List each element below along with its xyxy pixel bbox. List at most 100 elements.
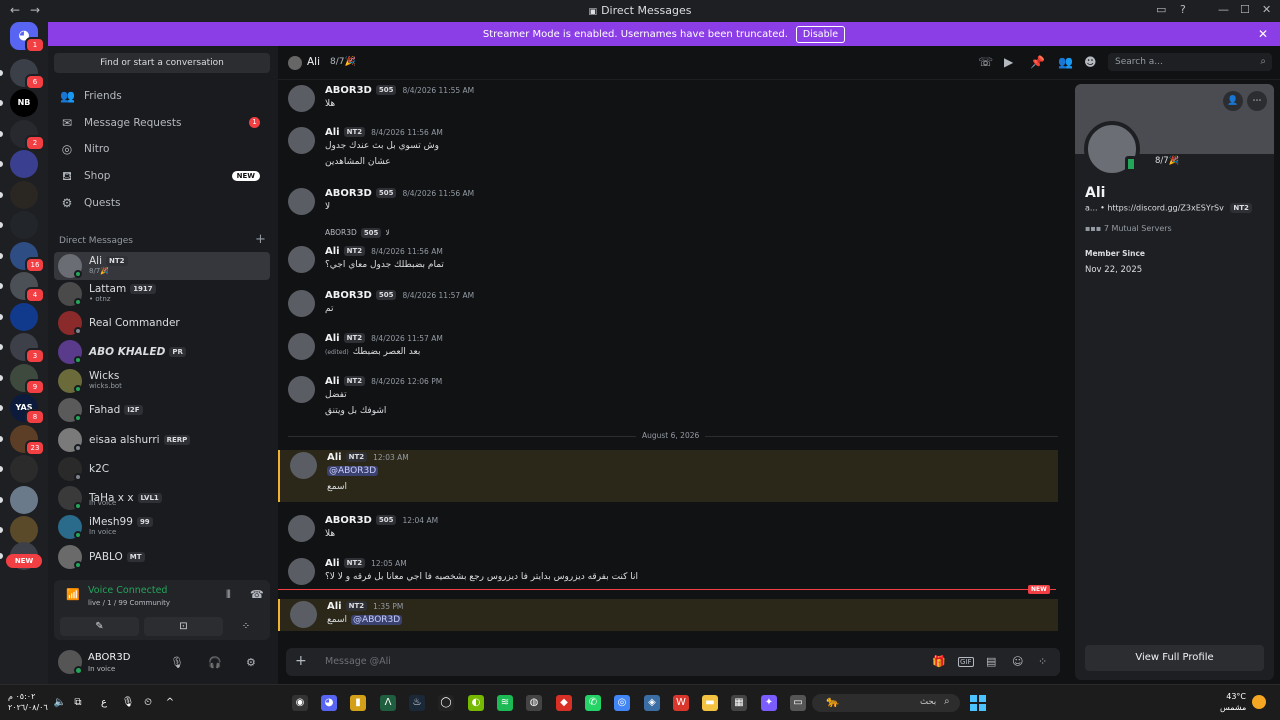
start-button[interactable] — [970, 695, 986, 711]
chrome-icon[interactable]: ◎ — [614, 695, 630, 711]
avatar[interactable] — [288, 558, 315, 585]
whatsapp-icon[interactable]: ✆ — [585, 695, 601, 711]
server-icon[interactable] — [10, 486, 38, 514]
app-red2-icon[interactable]: ◆ — [556, 695, 572, 711]
author-name[interactable]: Ali — [325, 376, 340, 387]
author-name[interactable]: Ali — [327, 452, 342, 463]
author-name[interactable]: Ali — [327, 601, 342, 612]
more-options-icon[interactable]: ⋯ — [1247, 91, 1267, 111]
dm-item[interactable]: Wicks wicks.bot — [54, 367, 270, 395]
minimize-button[interactable]: — — [1218, 3, 1229, 16]
voice-call-icon[interactable]: ☏ — [978, 55, 993, 69]
user-mention[interactable]: @ABOR3D — [327, 466, 379, 476]
create-dm-icon[interactable]: + — [255, 232, 266, 247]
headset-icon[interactable]: 🎧 — [208, 656, 222, 669]
app-window-icon[interactable]: ▭ — [790, 695, 806, 711]
pinned-messages-icon[interactable]: 📌 — [1030, 55, 1045, 69]
app-dark-icon[interactable]: ◯ — [438, 695, 454, 711]
dm-item[interactable]: ABO KHALED PR — [54, 338, 270, 366]
app-green-icon[interactable]: Λ — [380, 695, 396, 711]
sidebar-item-message-requests[interactable]: ✉ Message Requests 1 — [54, 111, 270, 135]
display-icon[interactable]: ⧉ — [70, 695, 86, 711]
tray-chevron-icon[interactable]: ^ — [162, 695, 178, 711]
close-icon[interactable]: ✕ — [1258, 27, 1268, 41]
app-blue-icon[interactable]: ◈ — [644, 695, 660, 711]
help-icon[interactable]: ? — [1180, 3, 1186, 16]
microphone-icon[interactable]: 🎙 — [120, 695, 136, 711]
dm-item[interactable]: iMesh99 99 In voice — [54, 513, 270, 541]
server-icon[interactable] — [10, 303, 38, 331]
chat-title[interactable]: Ali — [307, 56, 320, 68]
spotify-icon[interactable]: ≋ — [497, 695, 513, 711]
steam-icon[interactable]: ♨ — [409, 695, 425, 711]
activities-button[interactable]: ⁘ — [228, 617, 264, 636]
author-name[interactable]: ABOR3D — [325, 85, 372, 96]
message[interactable]: Ali NT2 1:35 PM اسمع @ABOR3D — [278, 599, 1058, 631]
server-icon[interactable] — [10, 181, 38, 209]
dm-item[interactable]: k2C — [54, 455, 270, 483]
gift-icon[interactable]: 🎁 — [932, 655, 946, 668]
screenshare-button[interactable]: ⊡ — [144, 617, 223, 636]
search-input[interactable]: Search a... ⌕ — [1108, 53, 1272, 71]
message[interactable]: Ali NT2 12:05 AM انا كنت بفرقه ديزروس بدايت… — [278, 556, 1058, 590]
user-profile-icon[interactable]: ☻ — [1084, 55, 1097, 69]
avatar[interactable] — [288, 188, 315, 215]
dm-item[interactable]: eisaa alshurri RERP — [54, 426, 270, 454]
settings-gear-icon[interactable]: ⚙ — [246, 656, 256, 669]
author-name[interactable]: ABOR3D — [325, 515, 372, 526]
avatar[interactable] — [288, 290, 315, 317]
avatar[interactable] — [288, 333, 315, 360]
author-name[interactable]: Ali — [325, 246, 340, 257]
disconnect-icon[interactable]: ☎ — [250, 588, 264, 601]
copilot-icon[interactable]: ✦ — [761, 695, 777, 711]
close-button[interactable]: ✕ — [1262, 3, 1271, 16]
dm-item[interactable]: PABLO MT — [54, 543, 270, 571]
sidebar-item-nitro[interactable]: ◎ Nitro — [54, 137, 270, 161]
message[interactable]: Ali NT2 8/4/2026 12:06 PM تفضل اشوفك بل ويتن… — [278, 374, 1058, 423]
add-friends-icon[interactable]: 👥 — [1058, 55, 1073, 69]
disable-button[interactable]: Disable — [795, 25, 846, 43]
emoji-icon[interactable]: ☺ — [1012, 655, 1023, 668]
message[interactable]: ABOR3D 505 12:04 AM هلا — [278, 513, 1058, 547]
message[interactable]: ABOR3D 505 8/4/2026 11:57 AM تم — [278, 288, 1058, 322]
message[interactable]: ABOR3D 505 8/4/2026 11:55 AM هلا — [278, 83, 1058, 117]
author-name[interactable]: Ali — [325, 558, 340, 569]
view-full-profile-button[interactable]: View Full Profile — [1085, 645, 1264, 671]
dm-item[interactable]: TaHa x x LVL1 In voice — [54, 484, 270, 512]
user-mention[interactable]: @ABOR3D — [351, 615, 403, 625]
avatar[interactable] — [290, 452, 317, 479]
add-friend-icon[interactable]: 👤 — [1223, 91, 1243, 111]
taskbar-search[interactable]: 🐆 بحث ⌕ — [812, 694, 960, 712]
app-store-icon[interactable]: ▦ — [731, 695, 747, 711]
message[interactable]: ABOR3D 505 8/4/2026 11:56 AM لا — [278, 186, 1058, 220]
reply-preview[interactable]: ABOR3D 505 لا — [325, 228, 390, 238]
author-name[interactable]: Ali — [325, 333, 340, 344]
wps-icon[interactable]: W — [673, 695, 689, 711]
voice-connected-label[interactable]: Voice Connected — [88, 585, 167, 596]
new-unreads-pill[interactable]: NEW — [6, 554, 42, 568]
dm-item[interactable]: Real Commander — [54, 309, 270, 337]
timer-icon[interactable]: ⏲ — [140, 695, 156, 711]
keyboard-language-icon[interactable]: ع — [96, 695, 112, 711]
volume-icon[interactable]: 🔈 — [52, 695, 68, 711]
signal-icon[interactable]: 📶 — [66, 588, 80, 601]
app-red-icon[interactable]: ◍ — [526, 695, 542, 711]
find-conversation-button[interactable]: Find or start a conversation — [54, 53, 270, 73]
author-name[interactable]: ABOR3D — [325, 290, 372, 301]
video-call-icon[interactable]: ▶ — [1004, 55, 1013, 69]
dm-item[interactable]: Fahad I2F — [54, 396, 270, 424]
discord-app-icon[interactable]: ◕ — [321, 695, 337, 711]
sticker-icon[interactable]: ▤ — [986, 655, 996, 668]
server-icon[interactable]: NB — [10, 89, 38, 117]
dm-item[interactable]: Ali NT2 8/7🎉 — [54, 252, 270, 280]
server-icon[interactable] — [10, 150, 38, 178]
author-name[interactable]: Ali — [325, 127, 340, 138]
message-input[interactable]: Message @Ali — [325, 656, 391, 667]
obs-icon[interactable]: ◉ — [292, 695, 308, 711]
author-name[interactable]: ABOR3D — [325, 188, 372, 199]
avatar[interactable] — [288, 376, 315, 403]
username[interactable]: ABOR3D — [88, 652, 130, 663]
maximize-button[interactable]: ☐ — [1240, 3, 1250, 16]
server-icon[interactable] — [10, 516, 38, 544]
voice-channel-link[interactable]: live / 1 / 99 Community — [88, 599, 170, 607]
